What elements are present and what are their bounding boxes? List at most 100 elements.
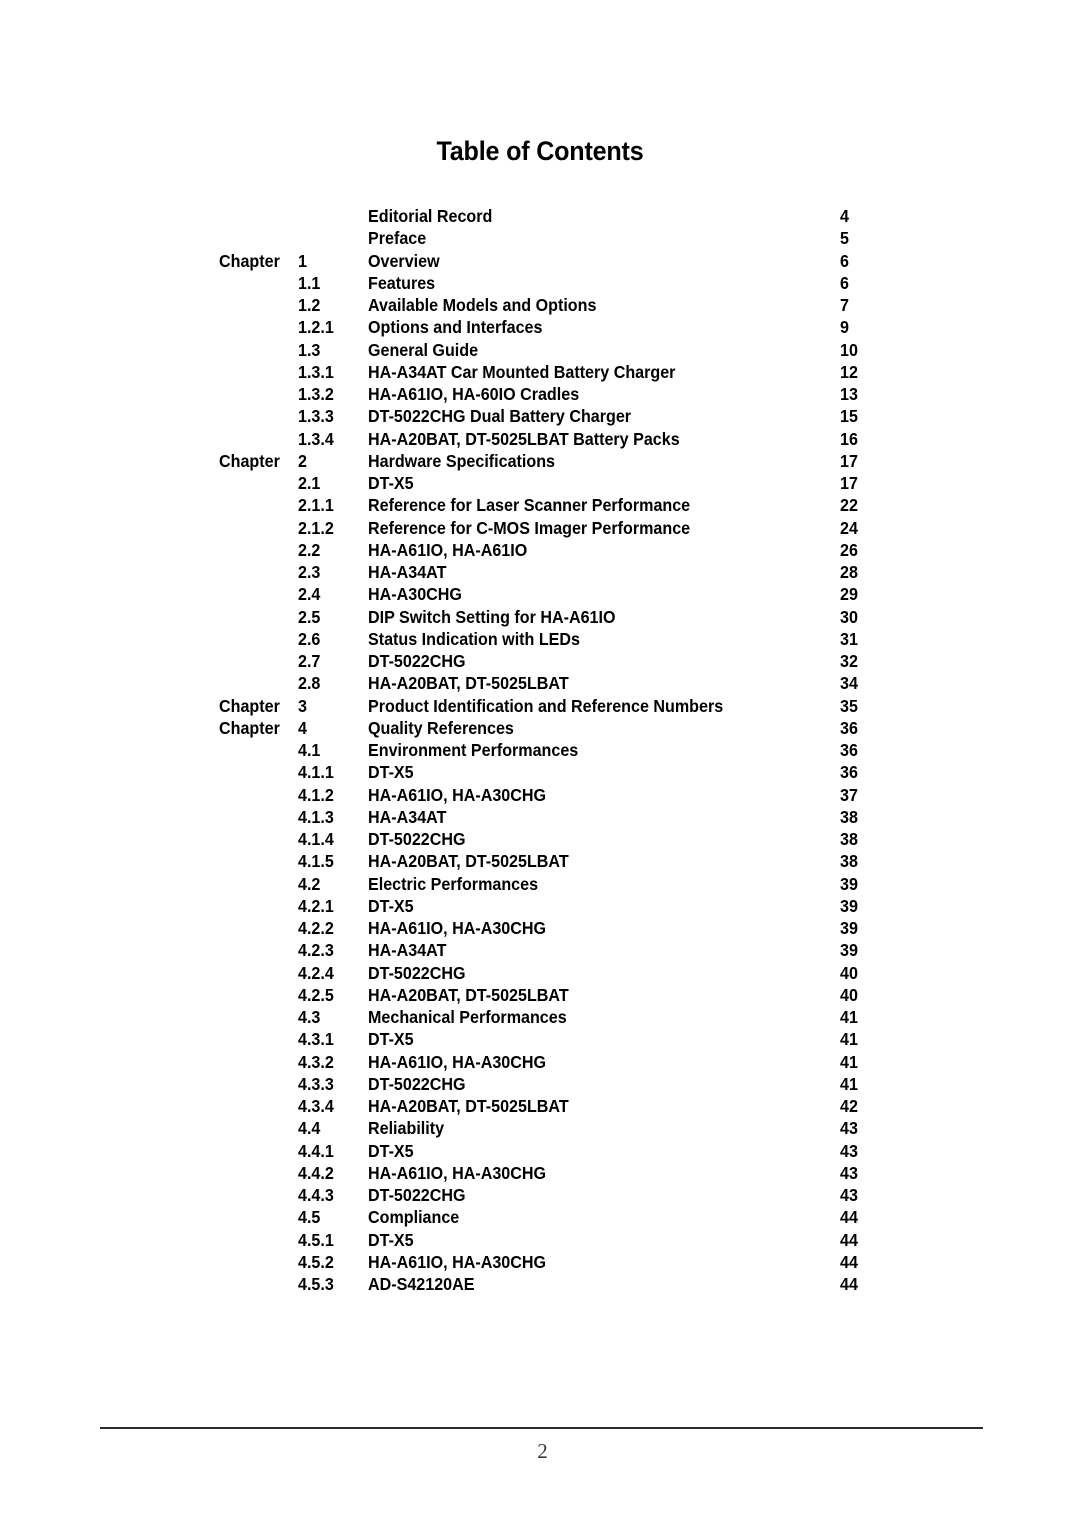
toc-entry-page-number: 6 bbox=[840, 250, 849, 271]
toc-entry-page-number: 43 bbox=[840, 1118, 858, 1139]
toc-row[interactable]: 2.5 DIP Switch Setting for HA-A61IO 30 bbox=[0, 606, 1080, 628]
toc-section-number: 4.3.1 bbox=[298, 1029, 334, 1050]
toc-row[interactable]: 4.3.3 DT-5022CHG 41 bbox=[0, 1073, 1080, 1095]
toc-section-number: 4.4.1 bbox=[298, 1140, 334, 1161]
toc-row[interactable]: 4.2.1 DT-X5 39 bbox=[0, 895, 1080, 917]
toc-entry-title: HA-A34AT bbox=[368, 562, 447, 582]
toc-section-number: 1.3.2 bbox=[298, 384, 334, 404]
toc-section-number: 4.3.3 bbox=[298, 1073, 334, 1094]
toc-row[interactable]: 4.5.3 AD-S42120AE 44 bbox=[0, 1273, 1080, 1295]
toc-row[interactable]: 4.1.4 DT-5022CHG 38 bbox=[0, 828, 1080, 850]
toc-row[interactable]: 2.6 Status Indication with LEDs 31 bbox=[0, 628, 1080, 650]
toc-entry-title: HA-A34AT bbox=[368, 940, 447, 961]
toc-row[interactable]: 2.1 DT-X5 17 bbox=[0, 472, 1080, 494]
toc-entry-title: Options and Interfaces bbox=[368, 317, 543, 338]
toc-row[interactable]: Chapter 4 Quality References 36 bbox=[0, 717, 1080, 739]
toc-row[interactable]: 4.1.3 HA-A34AT 38 bbox=[0, 806, 1080, 828]
toc-section-number: 4.5.1 bbox=[298, 1229, 334, 1250]
toc-entry-title: DT-5022CHG bbox=[368, 829, 466, 849]
toc-row[interactable]: 2.8 HA-A20BAT, DT-5025LBAT 34 bbox=[0, 672, 1080, 694]
toc-entry-title: Reliability bbox=[368, 1118, 445, 1139]
toc-row[interactable]: Preface 5 bbox=[0, 227, 1080, 249]
toc-row[interactable]: 2.4 HA-A30CHG 29 bbox=[0, 583, 1080, 605]
toc-entry-page-number: 28 bbox=[840, 562, 858, 582]
toc-row[interactable]: 2.2 HA-A61IO, HA-A61IO 26 bbox=[0, 539, 1080, 561]
toc-section-number: 4.2.5 bbox=[298, 984, 334, 1005]
toc-row[interactable]: Chapter 2 Hardware Specifications 17 bbox=[0, 450, 1080, 472]
toc-entry-page-number: 44 bbox=[840, 1207, 858, 1228]
toc-entry-title: Features bbox=[368, 272, 436, 293]
toc-entry-title: HA-A61IO, HA-A61IO bbox=[368, 539, 528, 560]
toc-entry-page-number: 17 bbox=[840, 473, 858, 493]
toc-entry-page-number: 10 bbox=[840, 339, 858, 360]
toc-row[interactable]: 1.1 Features 6 bbox=[0, 272, 1080, 294]
toc-entry-title: DT-5022CHG Dual Battery Charger bbox=[368, 406, 632, 427]
toc-entry-page-number: 39 bbox=[840, 873, 858, 894]
toc-row[interactable]: 4.3 Mechanical Performances 41 bbox=[0, 1006, 1080, 1028]
toc-entry-title: HA-A20BAT, DT-5025LBAT Battery Packs bbox=[368, 428, 680, 449]
toc-row[interactable]: 4.1 Environment Performances 36 bbox=[0, 739, 1080, 761]
toc-chapter-label: Chapter bbox=[219, 695, 280, 716]
toc-row[interactable]: Chapter 1 Overview 6 bbox=[0, 250, 1080, 272]
toc-entry-title: HA-A20BAT, DT-5025LBAT bbox=[368, 851, 569, 872]
toc-entry-title: DT-X5 bbox=[368, 473, 414, 493]
toc-row[interactable]: 4.2 Electric Performances 39 bbox=[0, 873, 1080, 895]
toc-entry-title: Electric Performances bbox=[368, 873, 539, 894]
toc-entry-page-number: 43 bbox=[840, 1162, 858, 1183]
toc-row[interactable]: 4.4.1 DT-X5 43 bbox=[0, 1140, 1080, 1162]
toc-entry-page-number: 39 bbox=[840, 918, 858, 938]
toc-row[interactable]: 2.3 HA-A34AT 28 bbox=[0, 561, 1080, 583]
toc-entry-page-number: 31 bbox=[840, 628, 858, 649]
toc-row[interactable]: Editorial Record 4 bbox=[0, 205, 1080, 227]
toc-entry-title: AD-S42120AE bbox=[368, 1274, 475, 1294]
toc-row[interactable]: 1.3 General Guide 10 bbox=[0, 339, 1080, 361]
toc-entry-page-number: 36 bbox=[840, 762, 858, 783]
toc-section-number: 4.3 bbox=[298, 1007, 321, 1027]
toc-row[interactable]: 1.2.1 Options and Interfaces 9 bbox=[0, 316, 1080, 338]
toc-entry-page-number: 41 bbox=[840, 1073, 858, 1094]
toc-row[interactable]: 4.2.4 DT-5022CHG 40 bbox=[0, 962, 1080, 984]
toc-row[interactable]: 4.5.1 DT-X5 44 bbox=[0, 1229, 1080, 1251]
toc-row[interactable]: 1.3.4 HA-A20BAT, DT-5025LBAT Battery Pack… bbox=[0, 428, 1080, 450]
toc-section-number: 4.4 bbox=[298, 1118, 321, 1139]
toc-row[interactable]: 4.2.3 HA-A34AT 39 bbox=[0, 939, 1080, 961]
toc-row[interactable]: 4.4 Reliability 43 bbox=[0, 1117, 1080, 1139]
toc-section-number: 2.4 bbox=[298, 584, 321, 605]
toc-row[interactable]: 4.3.2 HA-A61IO, HA-A30CHG 41 bbox=[0, 1051, 1080, 1073]
toc-entry-title: HA-A34AT Car Mounted Battery Charger bbox=[368, 361, 676, 382]
toc-row[interactable]: 2.1.2 Reference for C-MOS Imager Performa… bbox=[0, 517, 1080, 539]
toc-row[interactable]: 2.7 DT-5022CHG 32 bbox=[0, 650, 1080, 672]
toc-entry-page-number: 41 bbox=[840, 1029, 858, 1050]
toc-row[interactable]: 4.5 Compliance 44 bbox=[0, 1206, 1080, 1228]
toc-entry-title: Hardware Specifications bbox=[368, 450, 556, 471]
toc-section-number: 4.5.3 bbox=[298, 1274, 334, 1294]
toc-row[interactable]: 1.3.2 HA-A61IO, HA-60IO Cradles 13 bbox=[0, 383, 1080, 405]
toc-section-number: 3 bbox=[298, 695, 307, 716]
toc-row[interactable]: 4.1.2 HA-A61IO, HA-A30CHG 37 bbox=[0, 784, 1080, 806]
toc-row[interactable]: 2.1.1 Reference for Laser Scanner Perform… bbox=[0, 494, 1080, 516]
toc-row[interactable]: 4.5.2 HA-A61IO, HA-A30CHG 44 bbox=[0, 1251, 1080, 1273]
toc-row[interactable]: 4.4.2 HA-A61IO, HA-A30CHG 43 bbox=[0, 1162, 1080, 1184]
toc-entry-title: DT-X5 bbox=[368, 1029, 414, 1050]
toc-row[interactable]: Chapter 3 Product Identification and Refer… bbox=[0, 695, 1080, 717]
toc-entry-page-number: 38 bbox=[840, 851, 858, 872]
toc-section-number: 1 bbox=[298, 250, 307, 271]
toc-row[interactable]: 4.3.1 DT-X5 41 bbox=[0, 1028, 1080, 1050]
toc-entry-title: DT-X5 bbox=[368, 762, 414, 783]
toc-row[interactable]: 4.1.1 DT-X5 36 bbox=[0, 761, 1080, 783]
toc-section-number: 4.4.2 bbox=[298, 1162, 334, 1183]
toc-entry-title: Available Models and Options bbox=[368, 295, 597, 315]
toc-entry-page-number: 12 bbox=[840, 361, 858, 382]
toc-row[interactable]: 4.1.5 HA-A20BAT, DT-5025LBAT 38 bbox=[0, 850, 1080, 872]
toc-entry-page-number: 42 bbox=[840, 1096, 858, 1116]
toc-row[interactable]: 1.3.3 DT-5022CHG Dual Battery Charger 15 bbox=[0, 405, 1080, 427]
toc-row[interactable]: 1.2 Available Models and Options 7 bbox=[0, 294, 1080, 316]
toc-row[interactable]: 4.3.4 HA-A20BAT, DT-5025LBAT 42 bbox=[0, 1095, 1080, 1117]
toc-row[interactable]: 4.2.2 HA-A61IO, HA-A30CHG 39 bbox=[0, 917, 1080, 939]
toc-row[interactable]: 1.3.1 HA-A34AT Car Mounted Battery Charge… bbox=[0, 361, 1080, 383]
toc-entry-title: Editorial Record bbox=[368, 206, 493, 226]
toc-row[interactable]: 4.2.5 HA-A20BAT, DT-5025LBAT 40 bbox=[0, 984, 1080, 1006]
toc-entry-page-number: 7 bbox=[840, 295, 849, 315]
toc-entry-title: HA-A61IO, HA-A30CHG bbox=[368, 784, 547, 805]
toc-row[interactable]: 4.4.3 DT-5022CHG 43 bbox=[0, 1184, 1080, 1206]
